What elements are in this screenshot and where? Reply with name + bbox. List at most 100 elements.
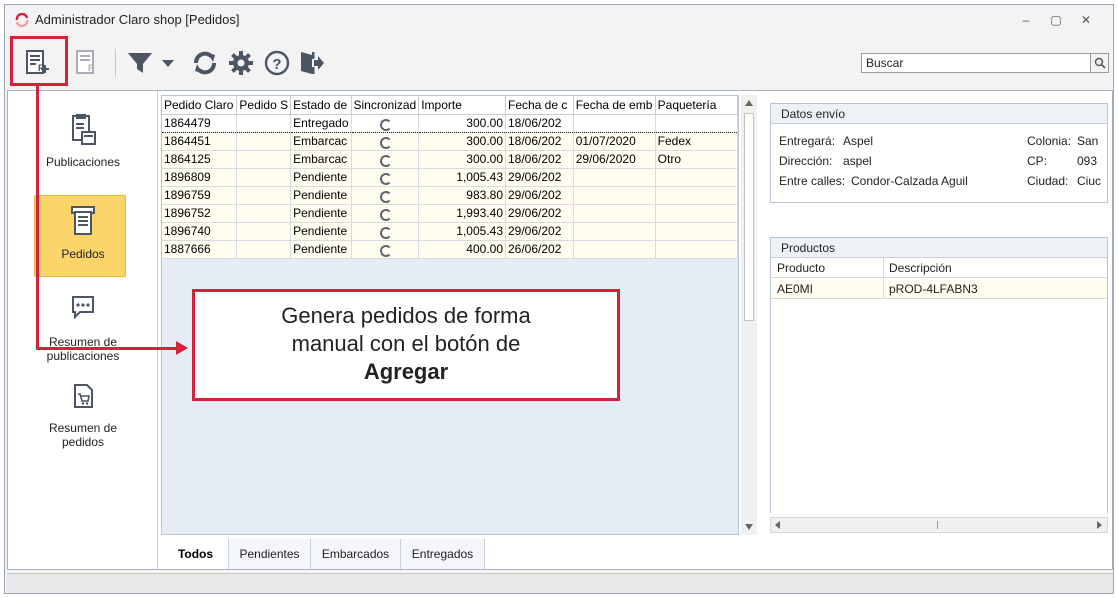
estado-cell: Pendiente [290,168,352,187]
status-bar [7,573,1113,593]
settings-button[interactable] [221,43,261,83]
scroll-down-icon[interactable] [745,524,753,530]
pedido-s-cell [236,150,292,169]
entregara-value: Aspel [843,134,874,148]
toolbar: P P [5,39,1113,87]
paqueteria-cell: Otro [655,150,738,169]
paqueteria-cell [655,240,738,259]
cart-document-icon [74,384,93,408]
producto-row[interactable]: AE0MI pROD-4LFABN3 [771,279,1107,299]
productos-horizontal-scrollbar[interactable] [770,517,1108,533]
column-header[interactable]: Fecha de c [505,96,574,115]
sync-icon [379,154,392,167]
table-row[interactable]: 1896759 Pendiente 983.80 29/06/202 [162,186,738,205]
fecha-cell: 18/06/202 [505,113,574,133]
publicaciones-icon [72,114,96,145]
callout-connector-vertical [36,86,39,350]
fecha-cell: 29/06/202 [505,222,574,241]
close-button[interactable]: ✕ [1075,11,1097,29]
nav-item-resumen-pedidos[interactable]: Resumen de pedidos [8,383,158,449]
filter-button[interactable] [123,43,183,83]
column-header[interactable]: Paquetería [655,96,738,115]
table-row[interactable]: 1864451 Embarcac 300.00 18/06/202 01/07/… [162,132,738,151]
table-row[interactable]: 1887666 Pendiente 400.00 26/06/202 [162,240,738,259]
callout-line-2: manual con el botón de [291,331,521,356]
column-header[interactable]: Fecha de emb [573,96,656,115]
scroll-grip-icon[interactable] [937,521,938,529]
exit-button[interactable] [291,43,331,83]
grid-vertical-scrollbar[interactable] [741,95,757,535]
table-row[interactable]: 1896809 Pendiente 1,005.43 29/06/202 [162,168,738,187]
column-divider [883,279,884,299]
colonia-value: San [1077,134,1099,148]
app-logo-icon [15,13,29,27]
descripcion-column-header[interactable]: Descripción [889,261,952,275]
search-icon [1094,57,1106,69]
sync-icon [379,118,392,131]
pedidos-icon [71,206,95,235]
nav-item-pedidos[interactable]: Pedidos [8,205,158,261]
tab-todos[interactable]: Todos [163,539,229,569]
fecha-emb-cell [573,222,656,241]
editar-button[interactable]: P [67,43,107,83]
search-button[interactable] [1091,53,1109,73]
ciudad-label: Ciudad: [1027,174,1069,188]
estado-cell: Embarcac [290,150,352,169]
estado-cell: Embarcac [290,132,352,151]
refresh-button[interactable] [185,43,225,83]
pedido-cell: 1896759 [162,186,238,205]
producto-cell: AE0MI [777,282,814,296]
fecha-cell: 26/06/202 [505,240,574,259]
tab-embarcados[interactable]: Embarcados [311,539,401,569]
title-bar: Administrador Claro shop [Pedidos] – ▢ ✕ [5,5,1113,35]
nav-item-resumen-publicaciones[interactable]: Resumen de publicaciones [8,295,158,363]
producto-column-header[interactable]: Producto [777,261,825,275]
entregara-label: Entregará: [779,134,836,148]
orders-table: Pedido Claro Pedido S Estado de Sincroni… [162,96,738,259]
search-input[interactable]: Buscar [861,53,1091,73]
column-header[interactable]: Estado de [290,96,352,115]
productos-header-row: Producto Descripción [771,258,1107,278]
minimize-button[interactable]: – [1015,11,1037,29]
table-row[interactable]: 1864479 Entregado 300.00 18/06/202 [162,113,738,133]
callout-line-1: Genera pedidos de forma [281,303,531,328]
sync-icon [379,136,392,149]
scroll-right-icon[interactable] [1097,521,1102,529]
importe-cell: 300.00 [418,113,506,133]
tab-entregados[interactable]: Entregados [401,539,485,569]
tab-pendientes[interactable]: Pendientes [229,539,311,569]
scroll-thumb[interactable] [744,113,754,321]
chat-icon [72,296,94,319]
restore-button[interactable]: ▢ [1045,11,1067,29]
table-row[interactable]: 1896752 Pendiente 1,993.40 29/06/202 [162,204,738,223]
help-icon: ? [264,50,290,76]
exit-icon [301,52,324,74]
productos-header: Productos [771,238,1107,258]
scroll-left-icon[interactable] [775,521,780,529]
callout-arrow-icon [176,341,188,355]
pedido-s-cell [236,186,292,205]
ciudad-value: Ciuc [1077,174,1102,188]
direccion-label: Dirección: [779,154,833,168]
callout-box: Genera pedidos de forma manual con el bo… [192,289,620,401]
sync-icon [379,190,392,203]
nav-item-publicaciones[interactable]: Publicaciones [8,113,158,169]
table-row[interactable]: 1896740 Pendiente 1,005.43 29/06/202 [162,222,738,241]
pedido-s-cell [236,113,292,133]
settings-icon [229,51,253,75]
column-header[interactable]: Sincronizad [351,96,420,115]
column-header[interactable]: Pedido Claro [162,96,238,115]
column-header[interactable]: Importe [418,96,506,115]
pedido-cell: 1896740 [162,222,238,241]
fecha-emb-cell: 01/07/2020 [573,132,656,151]
pedido-s-cell [236,222,292,241]
status-tabs: Todos Pendientes Embarcados Entregados [159,539,759,569]
column-header[interactable]: Pedido S [236,96,292,115]
nav-label-resumen-pedidos: Resumen de pedidos [48,421,118,449]
entre-calles-value: Condor-Calzada Aguil [851,174,968,188]
nav-label-pedidos: Pedidos [61,247,105,261]
table-row[interactable]: 1864125 Embarcac 300.00 18/06/202 29/06/… [162,150,738,169]
pedido-cell: 1864125 [162,150,238,169]
filter-icon [128,53,174,73]
scroll-up-icon[interactable] [745,100,753,106]
